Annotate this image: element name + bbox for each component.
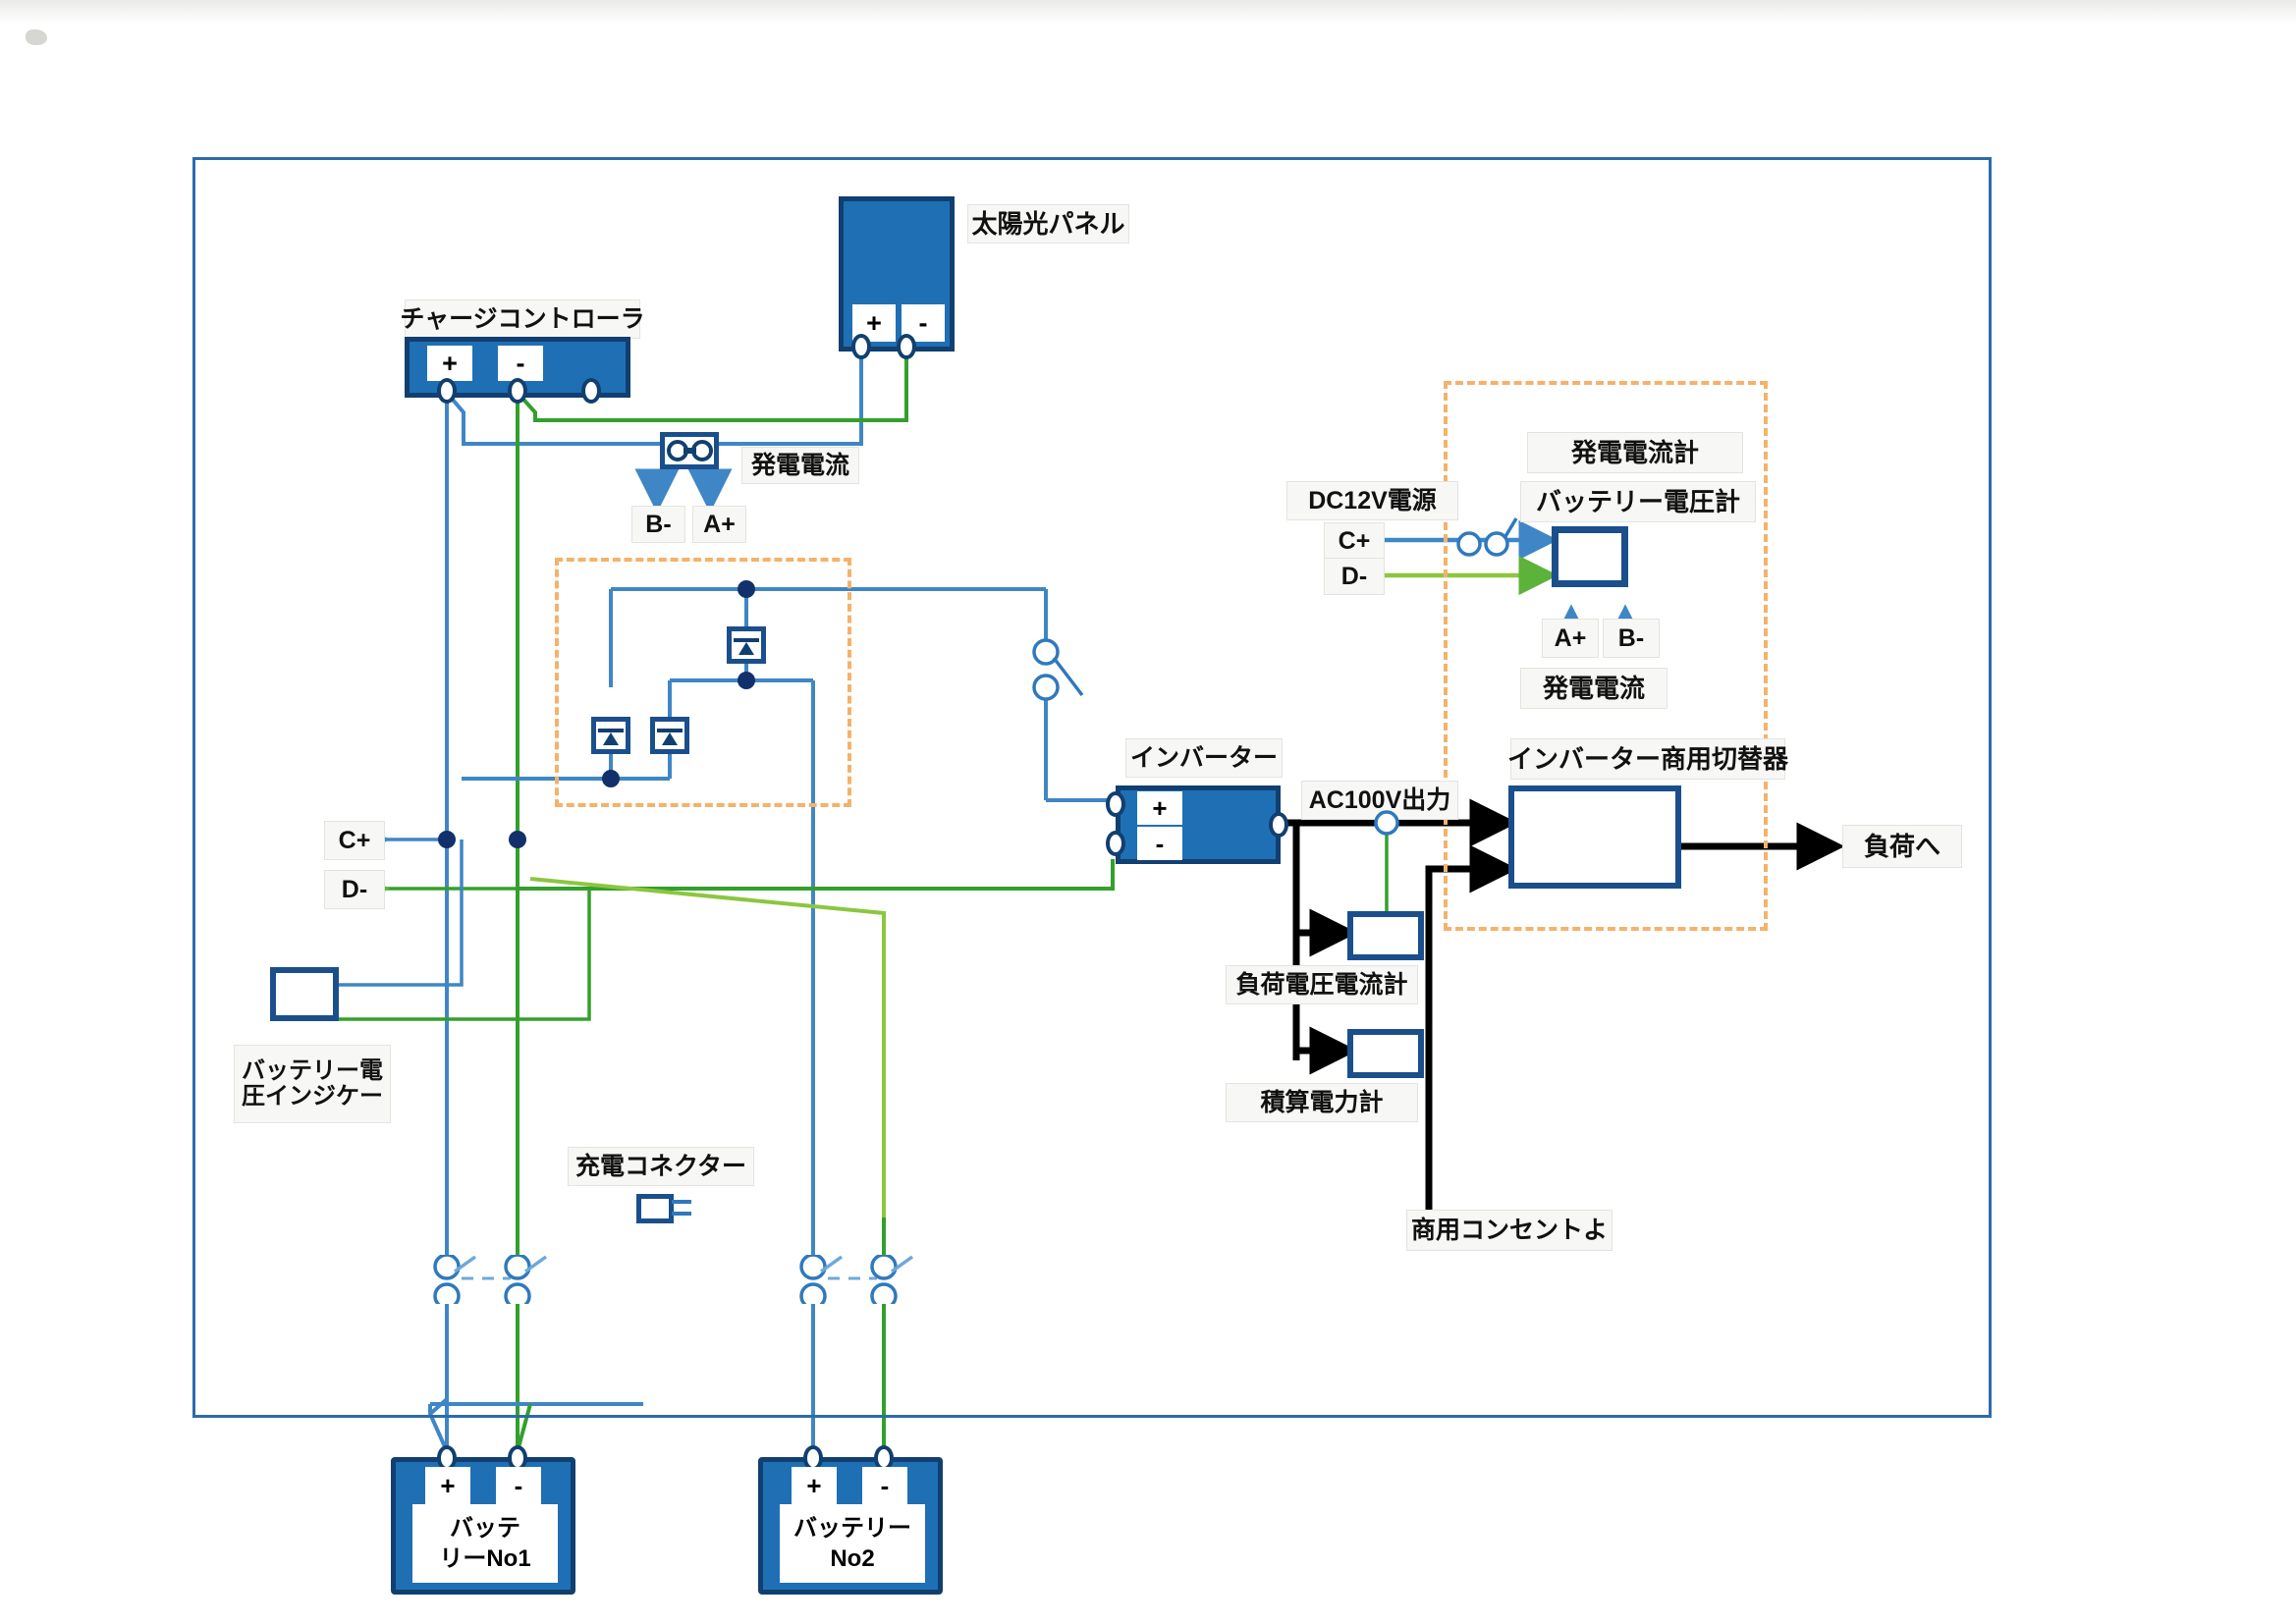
c-plus-label-left: C+ [324,821,385,860]
charge-connector-plug-icon [672,1200,691,1216]
inverter-plus-terminal: + [1137,791,1182,825]
watt-hour-meter-label: 積算電力計 [1226,1083,1418,1122]
dc12v-d-minus-terminal: D- [1324,558,1385,595]
commercial-outlet-label: 商用コンセントよ [1406,1210,1613,1251]
junction-dot-breaker-mid [738,672,755,689]
sensor-b-minus-label: B- [631,506,685,543]
charge-controller-label: チャージコントローラ [400,299,645,339]
battery-no2-plus-terminal: + [792,1467,837,1504]
inverter-disconnect-switch[interactable] [1021,638,1100,717]
inverter-minus-terminal: - [1137,827,1182,860]
load-volt-amp-meter-body[interactable] [1347,911,1424,960]
inverter-minus-nub [1106,831,1125,856]
battery-no2-label-line1: バッテリー [793,1514,911,1542]
battery-no1-plus-terminal: + [425,1467,470,1504]
charge-connector-body[interactable] [636,1194,674,1223]
breaker-middle-glyph [657,729,683,745]
battery-no1-label-line2: リーNo1 [439,1545,531,1572]
watt-hour-meter-body[interactable] [1347,1029,1424,1078]
junction-dot-c-plus [438,831,456,848]
battery1-plus-disconnect-switch[interactable] [424,1255,483,1304]
dc12v-c-plus-terminal: C+ [1324,522,1385,560]
junction-dot-breaker-top [738,580,755,598]
generation-current-meter-label: 発電電流計 [1527,432,1743,473]
current-sensor-glyph [667,440,713,461]
scan-paper-edge [0,0,2296,26]
breaker-left-glyph [598,729,624,745]
battery-voltage-indicator-body[interactable] [270,967,339,1021]
battery-no1-label-line1: バッテ [450,1514,520,1542]
battery-no2-minus-terminal: - [862,1467,907,1504]
dc12v-disconnect-switch[interactable] [1455,514,1524,566]
inverter-commercial-switcher-label: インバーター商用切替器 [1507,738,1788,780]
sensor-a-plus-label: A+ [692,506,746,543]
scan-artifact-speck [26,29,47,45]
battery-voltage-indicator-label-line1: バッテリー電 [242,1057,383,1085]
solar-panel-plus-nub [851,334,871,359]
generation-current-label-right: 発電電流 [1520,668,1667,709]
battery-no2-label-line2: No2 [830,1545,875,1572]
inverter-commercial-switcher-body[interactable] [1508,785,1681,889]
junction-dot-breaker-bottom [602,770,620,787]
breaker-top-glyph [734,638,759,655]
to-load-label: 負荷へ [1842,825,1962,868]
ac-output-tap-node [1374,810,1399,836]
inverter-ac-output-nub [1269,812,1288,838]
battery2-plus-disconnect-switch[interactable] [791,1255,849,1304]
charge-connector-label: 充電コネクター [568,1147,754,1186]
battery-no1-name-plate: バッテ リーNo1 [412,1504,558,1583]
meter-a-plus-terminal: A+ [1542,619,1599,658]
generation-current-label-left: 発電電流 [741,447,859,484]
junction-dot-d-minus [509,831,526,848]
solar-panel-minus-nub [897,334,916,359]
charge-controller-plus-nub [437,378,457,404]
battery-no1-minus-terminal: - [496,1467,541,1504]
load-volt-amp-meter-label: 負荷電圧電流計 [1226,965,1418,1004]
charge-controller-third-nub [581,378,601,404]
charge-controller-minus-nub [508,378,527,404]
battery2-minus-disconnect-switch[interactable] [861,1255,920,1304]
inverter-plus-nub [1106,791,1125,817]
charge-controller-minus-terminal: - [498,346,543,381]
battery-voltage-meter-label: バッテリー電圧計 [1520,481,1756,522]
battery1-minus-disconnect-switch[interactable] [495,1255,554,1304]
charge-controller-plus-terminal: + [427,346,472,381]
dc12v-source-label: DC12V電源 [1286,481,1458,520]
battery-voltage-indicator-label: バッテリー電 圧インジケー [234,1045,391,1123]
breaker-group-dashed-box [555,558,851,807]
d-minus-label-left: D- [324,870,385,909]
meter-b-minus-terminal: B- [1603,619,1660,658]
battery-volt-amp-meter-body[interactable] [1552,526,1628,587]
solar-panel-label: 太陽光パネル [967,204,1129,244]
inverter-label: インバーター [1125,738,1283,778]
battery-no2-name-plate: バッテリー No2 [780,1504,925,1583]
battery-voltage-indicator-label-line2: 圧インジケー [242,1083,383,1110]
